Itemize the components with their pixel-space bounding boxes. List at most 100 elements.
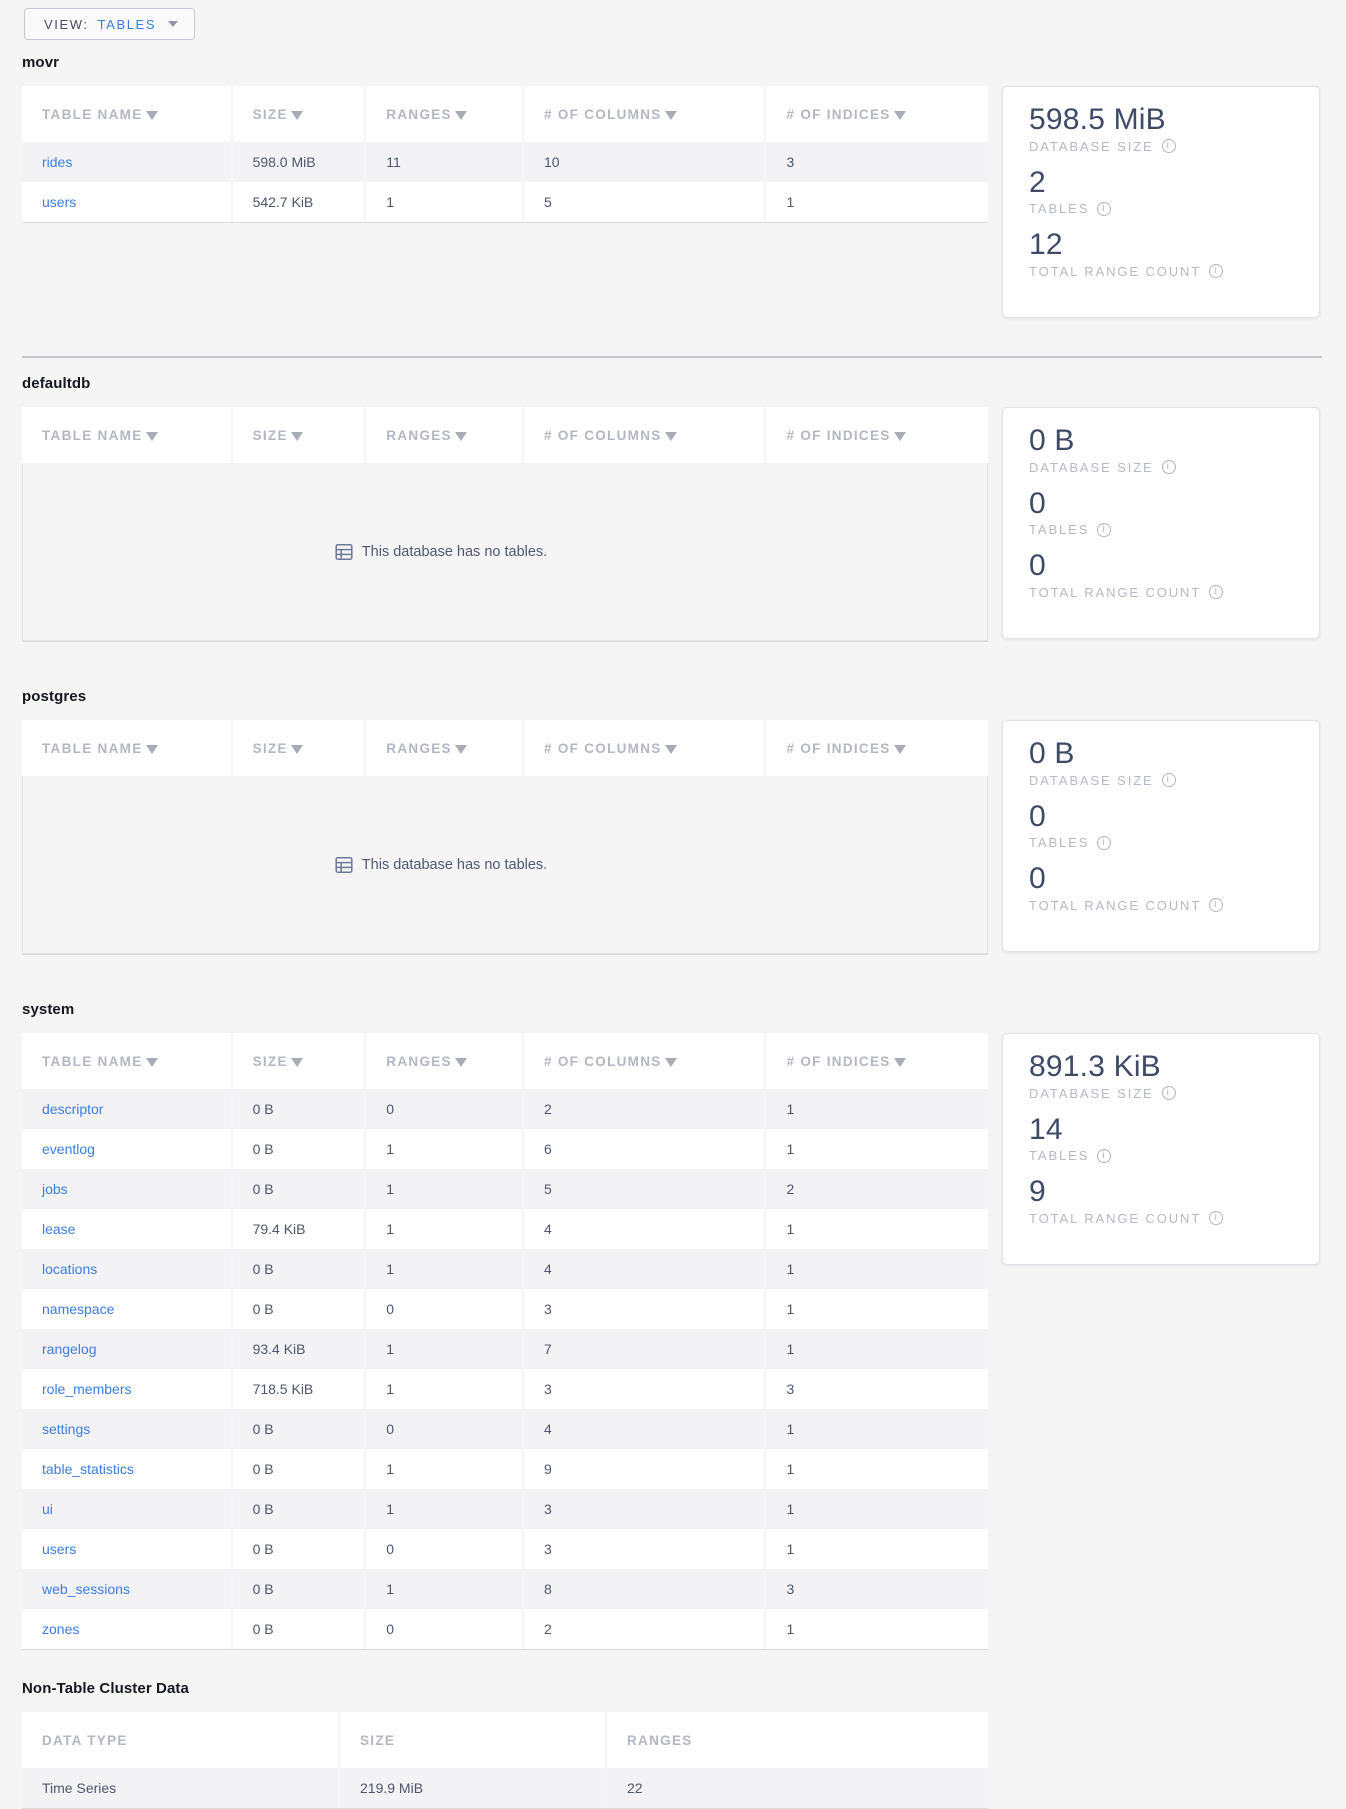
info-icon[interactable]: i bbox=[1209, 264, 1223, 278]
indices-count-cell: 2 bbox=[766, 1169, 988, 1209]
tables-column-header-size[interactable]: SIZE bbox=[233, 407, 365, 463]
tables-column-header--of-indices[interactable]: # OF INDICES bbox=[766, 407, 988, 463]
table-name-link[interactable]: locations bbox=[42, 1261, 97, 1277]
size-cell: 0 B bbox=[233, 1489, 365, 1529]
tables-column-header-ranges[interactable]: RANGES bbox=[366, 1033, 522, 1089]
tables-column-header--of-columns[interactable]: # OF COLUMNS bbox=[524, 407, 764, 463]
table-name-cell: rides bbox=[22, 142, 231, 182]
indices-count-cell: 1 bbox=[766, 1249, 988, 1289]
sort-desc-icon bbox=[665, 1058, 677, 1067]
columns-count-cell: 3 bbox=[524, 1489, 764, 1529]
ranges-cell: 22 bbox=[607, 1768, 988, 1808]
tables-table: TABLE NAME SIZERANGES# OF COLUMNS # OF IND… bbox=[22, 1033, 988, 1650]
table-name-link[interactable]: namespace bbox=[42, 1301, 114, 1317]
column-header-label: SIZE bbox=[253, 428, 288, 443]
table-name-cell: role_members bbox=[22, 1369, 231, 1409]
empty-database-message: This database has no tables. bbox=[22, 776, 988, 954]
table-name-cell: rangelog bbox=[22, 1329, 231, 1369]
table-name-link[interactable]: rides bbox=[42, 154, 72, 170]
total-range-count-value: 12 bbox=[1029, 228, 1299, 263]
total-range-count-label-text: TOTAL RANGE COUNT bbox=[1029, 264, 1201, 279]
database-size-stat: 0 BDATABASE SIZEi bbox=[1029, 424, 1299, 475]
tables-column-header-size[interactable]: SIZE bbox=[233, 86, 365, 142]
info-icon[interactable]: i bbox=[1209, 898, 1223, 912]
tables-column-header-ranges[interactable]: RANGES bbox=[366, 407, 522, 463]
table-name-link[interactable]: jobs bbox=[42, 1181, 68, 1197]
table-name-link[interactable]: eventlog bbox=[42, 1141, 95, 1157]
database-size-label: DATABASE SIZE i bbox=[1029, 139, 1299, 154]
tables-column-header-table-name[interactable]: TABLE NAME bbox=[22, 720, 231, 776]
tables-column-header--of-columns[interactable]: # OF COLUMNS bbox=[524, 86, 764, 142]
info-icon[interactable]: i bbox=[1162, 139, 1176, 153]
info-icon[interactable]: i bbox=[1209, 585, 1223, 599]
size-cell: 0 B bbox=[233, 1569, 365, 1609]
table-name-link[interactable]: descriptor bbox=[42, 1101, 103, 1117]
table-name-link[interactable]: users bbox=[42, 1541, 76, 1557]
indices-count-cell: 1 bbox=[766, 1409, 988, 1449]
ranges-cell: 0 bbox=[366, 1609, 522, 1649]
table-row: ui0 B131 bbox=[22, 1489, 988, 1529]
column-header-label: TABLE NAME bbox=[42, 1054, 143, 1069]
total-range-count-label: TOTAL RANGE COUNTi bbox=[1029, 898, 1299, 913]
table-name-link[interactable]: ui bbox=[42, 1501, 53, 1517]
info-icon[interactable]: i bbox=[1097, 836, 1111, 850]
table-name-link[interactable]: role_members bbox=[42, 1381, 131, 1397]
view-selector-dropdown[interactable]: VIEW: TABLES bbox=[24, 8, 195, 40]
tables-column-header--of-columns[interactable]: # OF COLUMNS bbox=[524, 720, 764, 776]
table-name-link[interactable]: settings bbox=[42, 1421, 90, 1437]
database-section-system: systemTABLE NAMESIZERANGES# OF COLUMNS# … bbox=[22, 1001, 1324, 1650]
info-icon[interactable]: i bbox=[1097, 1149, 1111, 1163]
tables-column-header-size[interactable]: SIZE bbox=[233, 1033, 365, 1089]
columns-count-cell: 9 bbox=[524, 1449, 764, 1489]
column-header-label: # OF COLUMNS bbox=[544, 741, 662, 756]
table-area: TABLE NAME SIZE RANGES# OF COLUMNS# OF IND… bbox=[22, 407, 988, 642]
tables-column-header--of-indices[interactable]: # OF INDICES bbox=[766, 1033, 988, 1089]
database-size-label-text: DATABASE SIZE bbox=[1029, 139, 1154, 154]
database-summary-card: 891.3 KiBDATABASE SIZEi14TABLESi9TOTAL R… bbox=[1002, 1033, 1320, 1265]
empty-database-message: This database has no tables. bbox=[22, 463, 988, 641]
tables-column-header--of-columns[interactable]: # OF COLUMNS bbox=[524, 1033, 764, 1089]
table-name-link[interactable]: zones bbox=[42, 1621, 79, 1637]
column-header-label: SIZE bbox=[253, 107, 288, 122]
database-size-value: 891.3 KiB bbox=[1029, 1050, 1299, 1085]
ranges-cell: 1 bbox=[366, 182, 522, 222]
tables-column-header-size[interactable]: SIZE bbox=[233, 720, 365, 776]
table-count-value: 2 bbox=[1029, 166, 1299, 201]
info-icon[interactable]: i bbox=[1097, 202, 1111, 216]
columns-count-cell: 3 bbox=[524, 1369, 764, 1409]
database-name-heading: postgres bbox=[22, 688, 1324, 705]
database-size-label: DATABASE SIZEi bbox=[1029, 1086, 1299, 1101]
table-name-link[interactable]: table_statistics bbox=[42, 1461, 134, 1477]
info-icon[interactable]: i bbox=[1209, 1211, 1223, 1225]
size-cell: 0 B bbox=[233, 1409, 365, 1449]
non-table-cluster-data-title: Non-Table Cluster Data bbox=[22, 1680, 1324, 1697]
sort-desc-icon bbox=[665, 432, 677, 441]
database-section-movr: movrTABLE NAMESIZERANGES# OF COLUMNS# OF… bbox=[22, 54, 1324, 318]
column-header-label: # OF INDICES bbox=[786, 1054, 890, 1069]
info-icon[interactable]: i bbox=[1162, 1086, 1176, 1100]
table-name-cell: zones bbox=[22, 1609, 231, 1649]
tables-column-header-table-name[interactable]: TABLE NAME bbox=[22, 1033, 231, 1089]
database-size-stat: 0 BDATABASE SIZEi bbox=[1029, 737, 1299, 788]
tables-column-header--of-indices[interactable]: # OF INDICES bbox=[766, 86, 988, 142]
info-icon[interactable]: i bbox=[1097, 523, 1111, 537]
tables-column-header--of-indices[interactable]: # OF INDICES bbox=[766, 720, 988, 776]
tables-column-header-ranges[interactable]: RANGES bbox=[366, 86, 522, 142]
tables-column-header-table-name[interactable]: TABLE NAME bbox=[22, 407, 231, 463]
info-icon[interactable]: i bbox=[1162, 460, 1176, 474]
columns-count-cell: 7 bbox=[524, 1329, 764, 1369]
table-name-link[interactable]: users bbox=[42, 194, 76, 210]
table-name-link[interactable]: lease bbox=[42, 1221, 75, 1237]
view-selector-value: TABLES bbox=[98, 17, 157, 32]
sort-desc-icon bbox=[894, 432, 906, 441]
columns-count-cell: 10 bbox=[524, 142, 764, 182]
table-row: users0 B031 bbox=[22, 1529, 988, 1569]
database-summary-card: 0 BDATABASE SIZEi0TABLESi0TOTAL RANGE CO… bbox=[1002, 407, 1320, 639]
sort-desc-icon bbox=[146, 432, 158, 441]
tables-table: TABLE NAMESIZERANGES # OF COLUMNS # OF IND… bbox=[22, 720, 988, 955]
tables-column-header-table-name[interactable]: TABLE NAME bbox=[22, 86, 231, 142]
info-icon[interactable]: i bbox=[1162, 773, 1176, 787]
table-name-link[interactable]: web_sessions bbox=[42, 1581, 130, 1597]
table-name-link[interactable]: rangelog bbox=[42, 1341, 97, 1357]
tables-column-header-ranges[interactable]: RANGES bbox=[366, 720, 522, 776]
